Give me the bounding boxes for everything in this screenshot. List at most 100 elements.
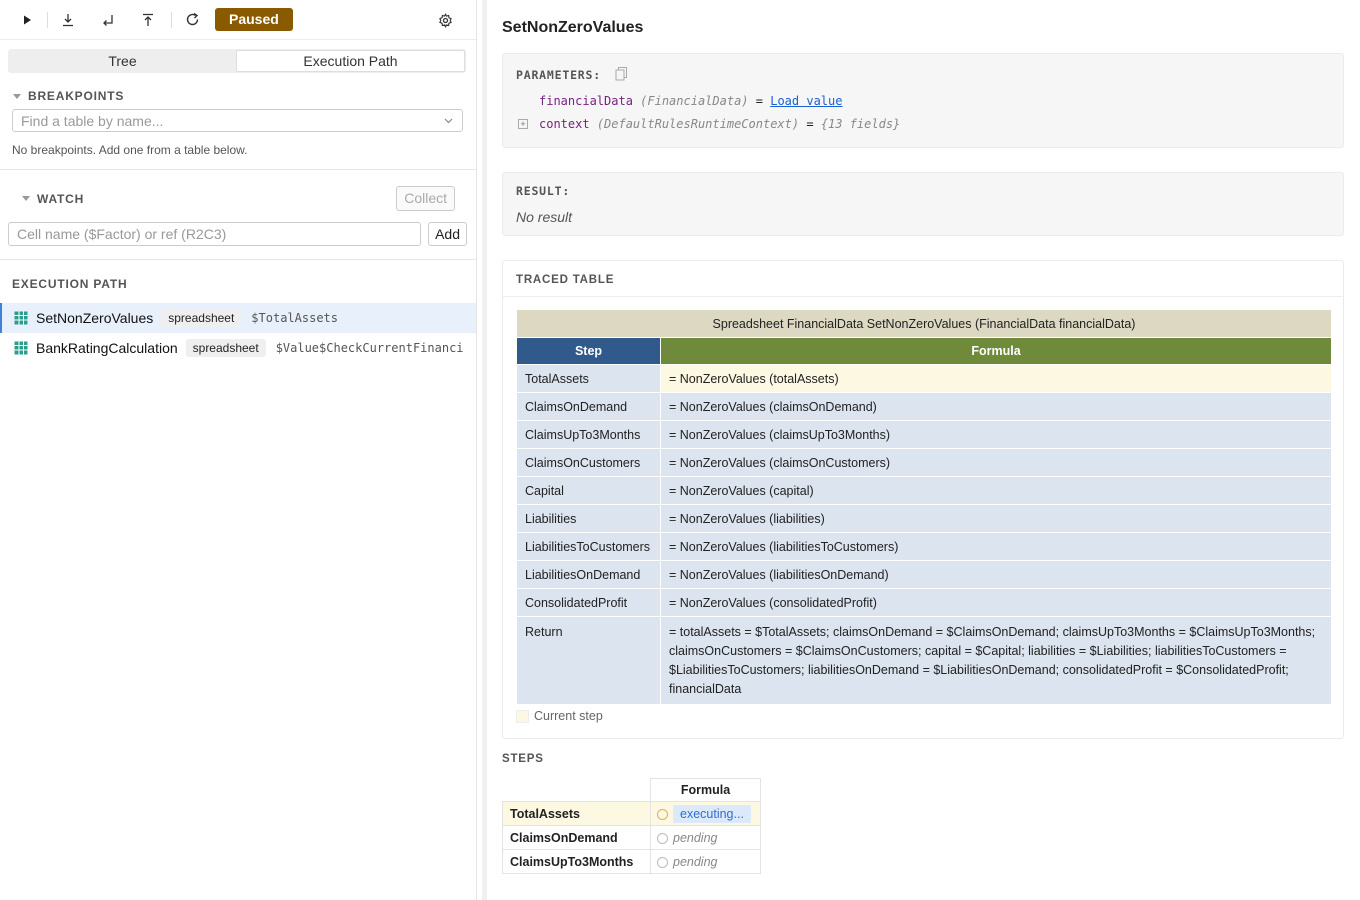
traced-table-heading: TRACED TABLE bbox=[516, 274, 615, 286]
result-label: RESULT: bbox=[516, 184, 571, 198]
watch-heading: WATCH bbox=[37, 191, 85, 206]
formula-cell: = totalAssets = $TotalAssets; claimsOnDe… bbox=[660, 616, 1332, 705]
spreadsheet-icon bbox=[14, 341, 28, 355]
table-row[interactable]: ClaimsUpTo3Months = NonZeroValues (claims… bbox=[516, 420, 1332, 449]
param-name: context bbox=[539, 117, 590, 131]
param-type: (FinancialData) bbox=[640, 94, 749, 108]
formula-cell: = NonZeroValues (claimsOnDemand) bbox=[660, 392, 1332, 421]
parameter-row: financialData (FinancialData) = Load val… bbox=[539, 94, 842, 108]
expand-plus-icon[interactable]: + bbox=[518, 119, 528, 129]
step-cell: Return bbox=[516, 616, 661, 705]
add-watch-button[interactable]: Add bbox=[428, 222, 467, 246]
watch-header[interactable]: WATCH bbox=[22, 192, 84, 206]
page-title: SetNonZeroValues bbox=[502, 19, 644, 36]
type-badge: spreadsheet bbox=[161, 309, 242, 327]
table-row[interactable]: Capital = NonZeroValues (capital) bbox=[516, 476, 1332, 505]
table-row[interactable]: ClaimsOnCustomers = NonZeroValues (claims… bbox=[516, 448, 1332, 477]
table-row[interactable]: Liabilities = NonZeroValues (liabilities) bbox=[516, 504, 1332, 533]
step-cell: Liabilities bbox=[516, 504, 661, 533]
table-row[interactable]: TotalAssets executing... bbox=[502, 801, 761, 826]
collect-button[interactable]: Collect bbox=[396, 186, 455, 211]
execution-path-item-ref: $TotalAssets bbox=[251, 311, 338, 325]
step-cell: Capital bbox=[516, 476, 661, 505]
play-icon bbox=[24, 15, 31, 24]
traced-table-panel: TRACED TABLE Spreadsheet FinancialData S… bbox=[502, 260, 1344, 739]
collapse-caret-icon bbox=[22, 196, 30, 201]
watch-expression-input[interactable]: Cell name ($Factor) or ref (R2C3) bbox=[8, 222, 422, 246]
formula-cell: = NonZeroValues (totalAssets) bbox=[660, 364, 1332, 393]
step-name: ClaimsUpTo3Months bbox=[502, 849, 651, 874]
step-cell: ClaimsUpTo3Months bbox=[516, 420, 661, 449]
execution-path-item[interactable]: BankRatingCalculation spreadsheet $Value… bbox=[0, 333, 476, 363]
panel-divider[interactable] bbox=[482, 0, 487, 900]
paused-status-badge: Paused bbox=[215, 8, 293, 31]
details-panel: SetNonZeroValues PARAMETERS: financialDa… bbox=[482, 0, 1360, 900]
step-into-icon bbox=[63, 13, 73, 26]
result-value: No result bbox=[516, 209, 573, 225]
legend-label: Current step bbox=[534, 709, 603, 723]
param-value: {13 fields} bbox=[820, 117, 901, 131]
execution-path-item-name: SetNonZeroValues bbox=[36, 310, 154, 326]
step-status: pending bbox=[673, 854, 718, 869]
step-out-button[interactable] bbox=[135, 7, 161, 33]
debugger-sidebar: Paused Tree Execution Path BREAKPOINTS F… bbox=[0, 0, 477, 900]
step-over-button[interactable] bbox=[95, 7, 121, 33]
table-row[interactable]: ClaimsOnDemand = NonZeroValues (claimsOnD… bbox=[516, 392, 1332, 421]
table-row[interactable]: LiabilitiesToCustomers = NonZeroValues (l… bbox=[516, 532, 1332, 561]
parameters-box: PARAMETERS: financialData (FinancialData… bbox=[502, 53, 1344, 148]
formula-cell: = NonZeroValues (claimsUpTo3Months) bbox=[660, 420, 1332, 449]
breakpoints-header[interactable]: BREAKPOINTS bbox=[13, 89, 476, 103]
type-badge: spreadsheet bbox=[185, 339, 266, 357]
table-row[interactable]: LiabilitiesOnDemand = NonZeroValues (liab… bbox=[516, 560, 1332, 589]
execution-path-item[interactable]: SetNonZeroValues spreadsheet $TotalAsset… bbox=[0, 303, 476, 333]
formula-column-header: Formula bbox=[660, 337, 1332, 365]
continue-button[interactable] bbox=[14, 7, 40, 33]
param-equals: = bbox=[806, 117, 814, 131]
formula-cell: = NonZeroValues (liabilities) bbox=[660, 504, 1332, 533]
step-status-executing: executing... bbox=[673, 804, 751, 823]
execution-path-list: SetNonZeroValues spreadsheet $TotalAsset… bbox=[0, 303, 476, 363]
step-cell: LiabilitiesToCustomers bbox=[516, 532, 661, 561]
step-out-icon bbox=[143, 13, 153, 26]
legend-swatch bbox=[516, 709, 529, 723]
step-cell: ClaimsOnDemand bbox=[516, 392, 661, 421]
gear-icon bbox=[438, 12, 452, 28]
tab-tree[interactable]: Tree bbox=[9, 50, 236, 72]
step-into-button[interactable] bbox=[55, 7, 81, 33]
table-row[interactable]: ClaimsUpTo3Months pending bbox=[502, 849, 761, 874]
restart-button[interactable] bbox=[179, 7, 205, 33]
table-row[interactable]: ClaimsOnDemand pending bbox=[502, 825, 761, 850]
step-cell: ConsolidatedProfit bbox=[516, 588, 661, 617]
param-equals: = bbox=[755, 94, 763, 108]
param-type: (DefaultRulesRuntimeContext) bbox=[596, 117, 800, 131]
table-row[interactable]: Return = totalAssets = $TotalAssets; clai… bbox=[516, 616, 1332, 705]
step-over-icon bbox=[103, 14, 113, 26]
formula-cell: = NonZeroValues (liabilitiesToCustomers) bbox=[660, 532, 1332, 561]
execution-path-heading: EXECUTION PATH bbox=[12, 277, 128, 291]
load-value-link[interactable]: Load value bbox=[770, 94, 842, 108]
copy-icon[interactable] bbox=[615, 67, 628, 81]
step-cell: LiabilitiesOnDemand bbox=[516, 560, 661, 589]
formula-cell: = NonZeroValues (claimsOnCustomers) bbox=[660, 448, 1332, 477]
settings-button[interactable] bbox=[432, 7, 458, 33]
spreadsheet-title: Spreadsheet FinancialData SetNonZeroValu… bbox=[516, 309, 1332, 338]
steps-table: Formula TotalAssets executing... ClaimsO… bbox=[502, 778, 761, 874]
parameter-row: context (DefaultRulesRuntimeContext) = {… bbox=[539, 117, 900, 131]
breakpoints-empty-note: No breakpoints. Add one from a table bel… bbox=[12, 143, 248, 157]
table-row[interactable]: ConsolidatedProfit = NonZeroValues (conso… bbox=[516, 588, 1332, 617]
breakpoints-heading: BREAKPOINTS bbox=[28, 89, 125, 103]
breakpoint-table-select[interactable]: Find a table by name... bbox=[12, 109, 463, 132]
table-row[interactable]: TotalAssets = NonZeroValues (totalAssets) bbox=[516, 364, 1332, 393]
step-status: pending bbox=[673, 830, 718, 845]
breakpoint-select-placeholder: Find a table by name... bbox=[21, 112, 164, 129]
debug-toolbar: Paused bbox=[0, 0, 476, 40]
status-circle-icon bbox=[657, 808, 668, 820]
tab-execution-path[interactable]: Execution Path bbox=[236, 50, 465, 72]
step-name: TotalAssets bbox=[502, 801, 651, 826]
status-circle-icon bbox=[657, 856, 668, 868]
param-name: financialData bbox=[539, 94, 633, 108]
steps-formula-header: Formula bbox=[650, 778, 761, 802]
step-name: ClaimsOnDemand bbox=[502, 825, 651, 850]
result-box: RESULT: No result bbox=[502, 172, 1344, 236]
execution-path-item-ref: $Value$CheckCurrentFinanci bbox=[275, 341, 464, 355]
